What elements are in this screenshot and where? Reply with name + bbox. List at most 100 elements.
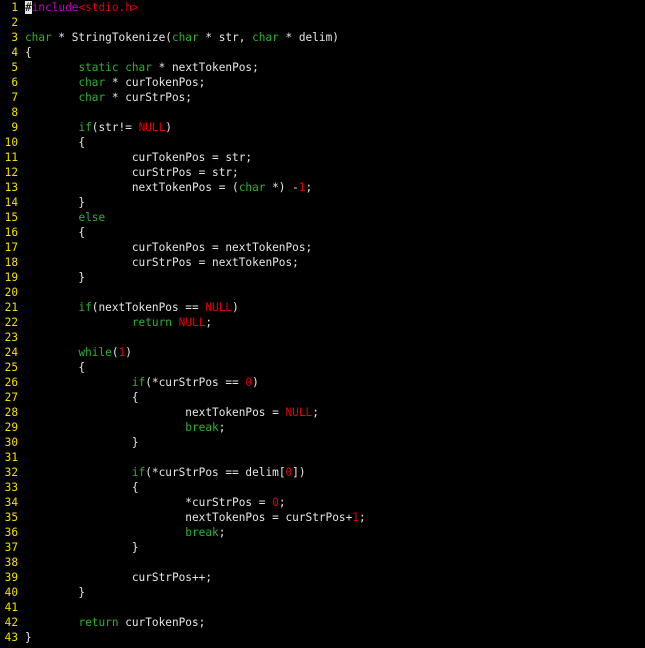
code-token: ])	[292, 466, 306, 479]
code-line[interactable]: 23	[0, 330, 645, 345]
code-token: ;	[218, 421, 226, 434]
line-number: 21	[4, 301, 18, 314]
text-cursor: #	[25, 1, 32, 14]
code-line[interactable]: 28 nextTokenPos = NULL;	[0, 405, 645, 420]
code-token: if	[131, 376, 146, 389]
code-token: char	[171, 31, 199, 44]
code-line[interactable]: 1 #include<stdio.h>	[0, 0, 645, 15]
code-text: char * StringTokenize(char * str, char *…	[25, 30, 645, 45]
code-line[interactable]: 4{	[0, 45, 645, 60]
code-line[interactable]: 43}	[0, 630, 645, 645]
code-line[interactable]: 9 if(str!= NULL)	[0, 120, 645, 135]
code-line[interactable]: 13 nextTokenPos = (char *) -1;	[0, 180, 645, 195]
code-text: *curStrPos = 0;	[25, 495, 645, 510]
code-line[interactable]: 35 nextTokenPos = curStrPos+1;	[0, 510, 645, 525]
line-number: 2	[11, 16, 18, 29]
code-token: *) -	[265, 181, 299, 194]
code-line[interactable]: 11 curTokenPos = str;	[0, 150, 645, 165]
code-line[interactable]: 22 return NULL;	[0, 315, 645, 330]
code-line[interactable]: 31	[0, 450, 645, 465]
code-token: static	[78, 61, 119, 74]
code-text: return curTokenPos;	[25, 615, 645, 630]
code-line[interactable]: 6 char * curTokenPos;	[0, 75, 645, 90]
line-number: 26	[4, 376, 18, 389]
code-text: }	[25, 585, 645, 600]
code-token: if	[78, 301, 92, 314]
code-line[interactable]: 38	[0, 555, 645, 570]
code-token: curTokenPos = str;	[25, 151, 253, 164]
code-line[interactable]: 20	[0, 285, 645, 300]
code-line[interactable]: 3 char * StringTokenize(char * str, char …	[0, 30, 645, 45]
code-text: nextTokenPos = NULL;	[25, 405, 645, 420]
code-line[interactable]: 27 {	[0, 390, 645, 405]
code-token: * delim)	[278, 31, 339, 44]
code-text: nextTokenPos = (char *) -1;	[25, 180, 645, 195]
code-line[interactable]: 17 curTokenPos = nextTokenPos;	[0, 240, 645, 255]
code-line[interactable]: 21 if(nextTokenPos == NULL)	[0, 300, 645, 315]
code-line[interactable]: 39 curStrPos++;	[0, 570, 645, 585]
code-token: ;	[278, 496, 286, 509]
line-number: 34	[4, 496, 18, 509]
code-text: {	[25, 360, 645, 375]
line-number: 4	[11, 46, 18, 59]
code-line[interactable]: 15 else	[0, 210, 645, 225]
code-text: if(*curStrPos == delim[0])	[25, 465, 645, 480]
line-number: 24	[4, 346, 18, 359]
code-token: ;	[305, 181, 313, 194]
code-line[interactable]: 32 if(*curStrPos == delim[0])	[0, 465, 645, 480]
code-text: }	[25, 435, 645, 450]
code-token: {	[25, 361, 86, 374]
code-line[interactable]: 30 }	[0, 435, 645, 450]
code-line[interactable]: 2	[0, 15, 645, 30]
code-editor[interactable]: 1 #include<stdio.h> 2 3 char * StringTokeniz…	[0, 0, 645, 648]
code-token: )	[165, 121, 172, 134]
code-line[interactable]: 24 while(1)	[0, 345, 645, 360]
code-line[interactable]: 25 {	[0, 360, 645, 375]
code-line[interactable]: 41	[0, 600, 645, 615]
code-line[interactable]: 40 }	[0, 585, 645, 600]
code-text: char * curStrPos;	[25, 90, 645, 105]
code-line[interactable]: 34 *curStrPos = 0;	[0, 495, 645, 510]
code-line[interactable]: 18 curStrPos = nextTokenPos;	[0, 255, 645, 270]
code-token: char	[238, 181, 266, 194]
code-line[interactable]: 10 {	[0, 135, 645, 150]
code-token: include	[31, 1, 79, 14]
code-line[interactable]: 37 }	[0, 540, 645, 555]
code-text: }	[25, 630, 645, 645]
code-token: char	[78, 91, 106, 104]
line-number: 17	[4, 241, 18, 254]
code-token: NULL	[178, 316, 206, 329]
code-text: static char * nextTokenPos;	[25, 60, 645, 75]
code-text: if(str!= NULL)	[25, 120, 645, 135]
code-line[interactable]: 14 }	[0, 195, 645, 210]
code-line[interactable]: 7 char * curStrPos;	[0, 90, 645, 105]
line-number: 10	[4, 136, 18, 149]
code-line[interactable]: 12 curStrPos = str;	[0, 165, 645, 180]
line-number: 16	[4, 226, 18, 239]
code-line[interactable]: 16 {	[0, 225, 645, 240]
code-line[interactable]: 33 {	[0, 480, 645, 495]
code-token: break	[185, 421, 219, 434]
code-line[interactable]: 26 if(*curStrPos == 0)	[0, 375, 645, 390]
code-token: curTokenPos;	[118, 616, 206, 629]
code-token: (*curStrPos == delim[	[145, 466, 286, 479]
code-line[interactable]: 5 static char * nextTokenPos;	[0, 60, 645, 75]
code-line[interactable]: 8	[0, 105, 645, 120]
code-line[interactable]: 42 return curTokenPos;	[0, 615, 645, 630]
line-number: 12	[4, 166, 18, 179]
code-line[interactable]: 36 break;	[0, 525, 645, 540]
code-token: * str,	[198, 31, 253, 44]
code-token: )	[232, 301, 239, 314]
code-text: curTokenPos = str;	[25, 150, 645, 165]
code-token: char	[252, 31, 279, 44]
code-text: nextTokenPos = curStrPos+1;	[25, 510, 645, 525]
code-token: {	[25, 46, 32, 59]
code-line[interactable]: 19 }	[0, 270, 645, 285]
code-line[interactable]: 29 break;	[0, 420, 645, 435]
